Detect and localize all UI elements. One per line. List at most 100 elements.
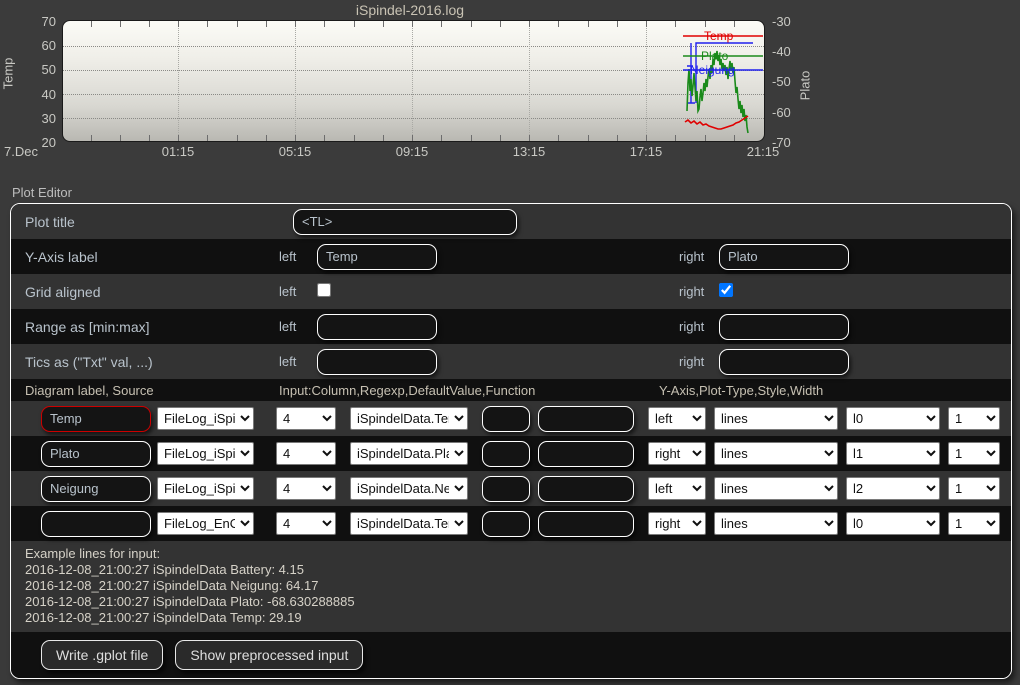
left-axis-tick: 70 [41, 14, 56, 29]
diagram-row: FileLog_iSpin 4 iSpindelData.Tem left linesl… [11, 401, 1011, 436]
left-axis-tick: 50 [41, 62, 56, 77]
plottype-select-0[interactable]: lines [714, 407, 838, 430]
chart-title: iSpindel-2016.log [355, 2, 465, 18]
example-lines-block: Example lines for input: 2016-12-08_21:0… [11, 541, 1011, 632]
plottype-select-1[interactable]: lines [714, 442, 838, 465]
chart-left-axis-label: Temp [0, 57, 16, 90]
example-line: 2016-12-08_21:00:27 iSpindelData Temp: 2… [25, 610, 302, 625]
row-grid-aligned: Grid aligned left right [11, 274, 1011, 309]
diagram-label-input-1[interactable] [41, 440, 151, 467]
grid-aligned-right-side-label: right [679, 284, 705, 299]
range-right-side-label: right [679, 319, 705, 334]
style-select-0[interactable]: l0 [846, 407, 940, 430]
tics-left-side-label: left [279, 354, 297, 369]
plottype-select-2[interactable]: lines [714, 477, 838, 500]
tics-left-input[interactable] [317, 348, 437, 375]
grid-aligned-right-checkbox[interactable] [719, 283, 733, 297]
left-axis-tick: 60 [41, 38, 56, 53]
regexp-select-2[interactable]: iSpindelData.Neig [350, 477, 468, 500]
right-axis-tick: -30 [772, 14, 791, 29]
defaultvalue-input-3[interactable] [482, 510, 530, 537]
y-axis-right-side-label: right [679, 249, 705, 264]
diagram-row: FileLog_iSpin 4 iSpindelData.Neig left lines… [11, 471, 1011, 506]
diagram-label-input-3[interactable] [41, 510, 151, 537]
defaultvalue-input-0[interactable] [482, 405, 530, 432]
row-range: Range as [min:max] left right [11, 309, 1011, 344]
grid-aligned-left-side-label: left [279, 284, 297, 299]
diagram-label-input-2[interactable] [41, 475, 151, 502]
function-input-0[interactable] [538, 405, 634, 432]
x-axis-tick: 01:15 [161, 144, 195, 159]
left-axis-tick: 40 [41, 87, 56, 102]
range-right-input[interactable] [719, 313, 849, 340]
source-select-2[interactable]: FileLog_iSpin [157, 477, 254, 500]
legend-item-temp: Temp [704, 29, 734, 43]
defaultvalue-input-2[interactable] [482, 475, 530, 502]
x-axis-tick: 7.Dec [4, 144, 38, 159]
function-input-2[interactable] [538, 475, 634, 502]
regexp-select-1[interactable]: iSpindelData.Plat [350, 442, 468, 465]
range-left-input[interactable] [317, 313, 437, 340]
x-axis-tick: 17:15 [629, 144, 663, 159]
plot-title-input[interactable] [293, 208, 517, 235]
style-select-3[interactable]: l0 [846, 512, 940, 535]
left-axis-tick: 30 [41, 111, 56, 126]
yaxis-select-3[interactable]: right [648, 512, 706, 535]
source-select-1[interactable]: FileLog_iSpin [157, 442, 254, 465]
plot-canvas: Temp Plato Neigung [62, 20, 765, 142]
yaxis-select-1[interactable]: right [648, 442, 706, 465]
legend-item-neigung: Neigung [690, 63, 735, 77]
column-select-0[interactable]: 4 [276, 407, 336, 430]
diagram-row: FileLog_EnO_ 4 iSpindelData.Tem right lines l… [11, 506, 1011, 541]
example-heading: Example lines for input: [25, 546, 161, 561]
diagram-rows: FileLog_iSpin4iSpindelData.Temleftlinesl… [11, 401, 1011, 541]
y-axis-left-input[interactable] [317, 243, 437, 270]
example-line: 2016-12-08_21:00:27 iSpindelData Plato: … [25, 594, 355, 609]
column-select-2[interactable]: 4 [276, 477, 336, 500]
style-select-2[interactable]: l2 [846, 477, 940, 500]
example-line: 2016-12-08_21:00:27 iSpindelData Battery… [25, 562, 304, 577]
function-input-3[interactable] [538, 510, 634, 537]
tics-label: Tics as ("Txt" val, ...) [25, 353, 153, 370]
example-line: 2016-12-08_21:00:27 iSpindelData Neigung… [25, 578, 319, 593]
y-axis-right-input[interactable] [719, 243, 849, 270]
function-input-1[interactable] [538, 440, 634, 467]
source-select-3[interactable]: FileLog_EnO_ [157, 512, 254, 535]
column-select-1[interactable]: 4 [276, 442, 336, 465]
tics-right-input[interactable] [719, 348, 849, 375]
grid-aligned-left-checkbox[interactable] [317, 283, 331, 297]
range-left-side-label: left [279, 319, 297, 334]
plot-title-label: Plot title [25, 213, 75, 230]
row-tics: Tics as ("Txt" val, ...) left right [11, 344, 1011, 379]
plot-preview: iSpindel-2016.log Temp Plato 70 60 50 40… [0, 0, 1020, 180]
grid-aligned-right-checkbox-cell [719, 283, 849, 300]
write-gplot-file-button[interactable]: Write .gplot file [41, 640, 164, 670]
width-select-1[interactable]: 1 [948, 442, 1000, 465]
tics-right-side-label: right [679, 354, 705, 369]
source-select-0[interactable]: FileLog_iSpin [157, 407, 254, 430]
grid-aligned-left-checkbox-cell [317, 283, 437, 300]
editor-button-bar: Write .gplot file Show preprocessed inpu… [11, 632, 1011, 678]
right-axis-tick: -50 [772, 74, 791, 89]
regexp-select-3[interactable]: iSpindelData.Tem [350, 512, 468, 535]
width-select-0[interactable]: 1 [948, 407, 1000, 430]
defaultvalue-input-1[interactable] [482, 440, 530, 467]
column-select-3[interactable]: 4 [276, 512, 336, 535]
yaxis-select-2[interactable]: left [648, 477, 706, 500]
width-select-3[interactable]: 1 [948, 512, 1000, 535]
regexp-select-0[interactable]: iSpindelData.Tem [350, 407, 468, 430]
row-y-axis-label: Y-Axis label left right [11, 239, 1011, 274]
grid-aligned-label: Grid aligned [25, 283, 101, 300]
plottype-select-3[interactable]: lines [714, 512, 838, 535]
diagram-label-input-0[interactable] [41, 405, 151, 432]
yaxis-select-0[interactable]: left [648, 407, 706, 430]
header-yaxis-plottype: Y-Axis,Plot-Type,Style,Width [659, 382, 824, 398]
style-select-1[interactable]: l1 [846, 442, 940, 465]
show-preprocessed-input-button[interactable]: Show preprocessed input [175, 640, 364, 670]
y-axis-label-label: Y-Axis label [25, 248, 98, 265]
legend-lines [683, 35, 763, 71]
x-axis-tick: 13:15 [512, 144, 546, 159]
width-select-2[interactable]: 1 [948, 477, 1000, 500]
x-axis-tick: 09:15 [395, 144, 429, 159]
plot-editor-caption: Plot Editor [12, 185, 72, 200]
